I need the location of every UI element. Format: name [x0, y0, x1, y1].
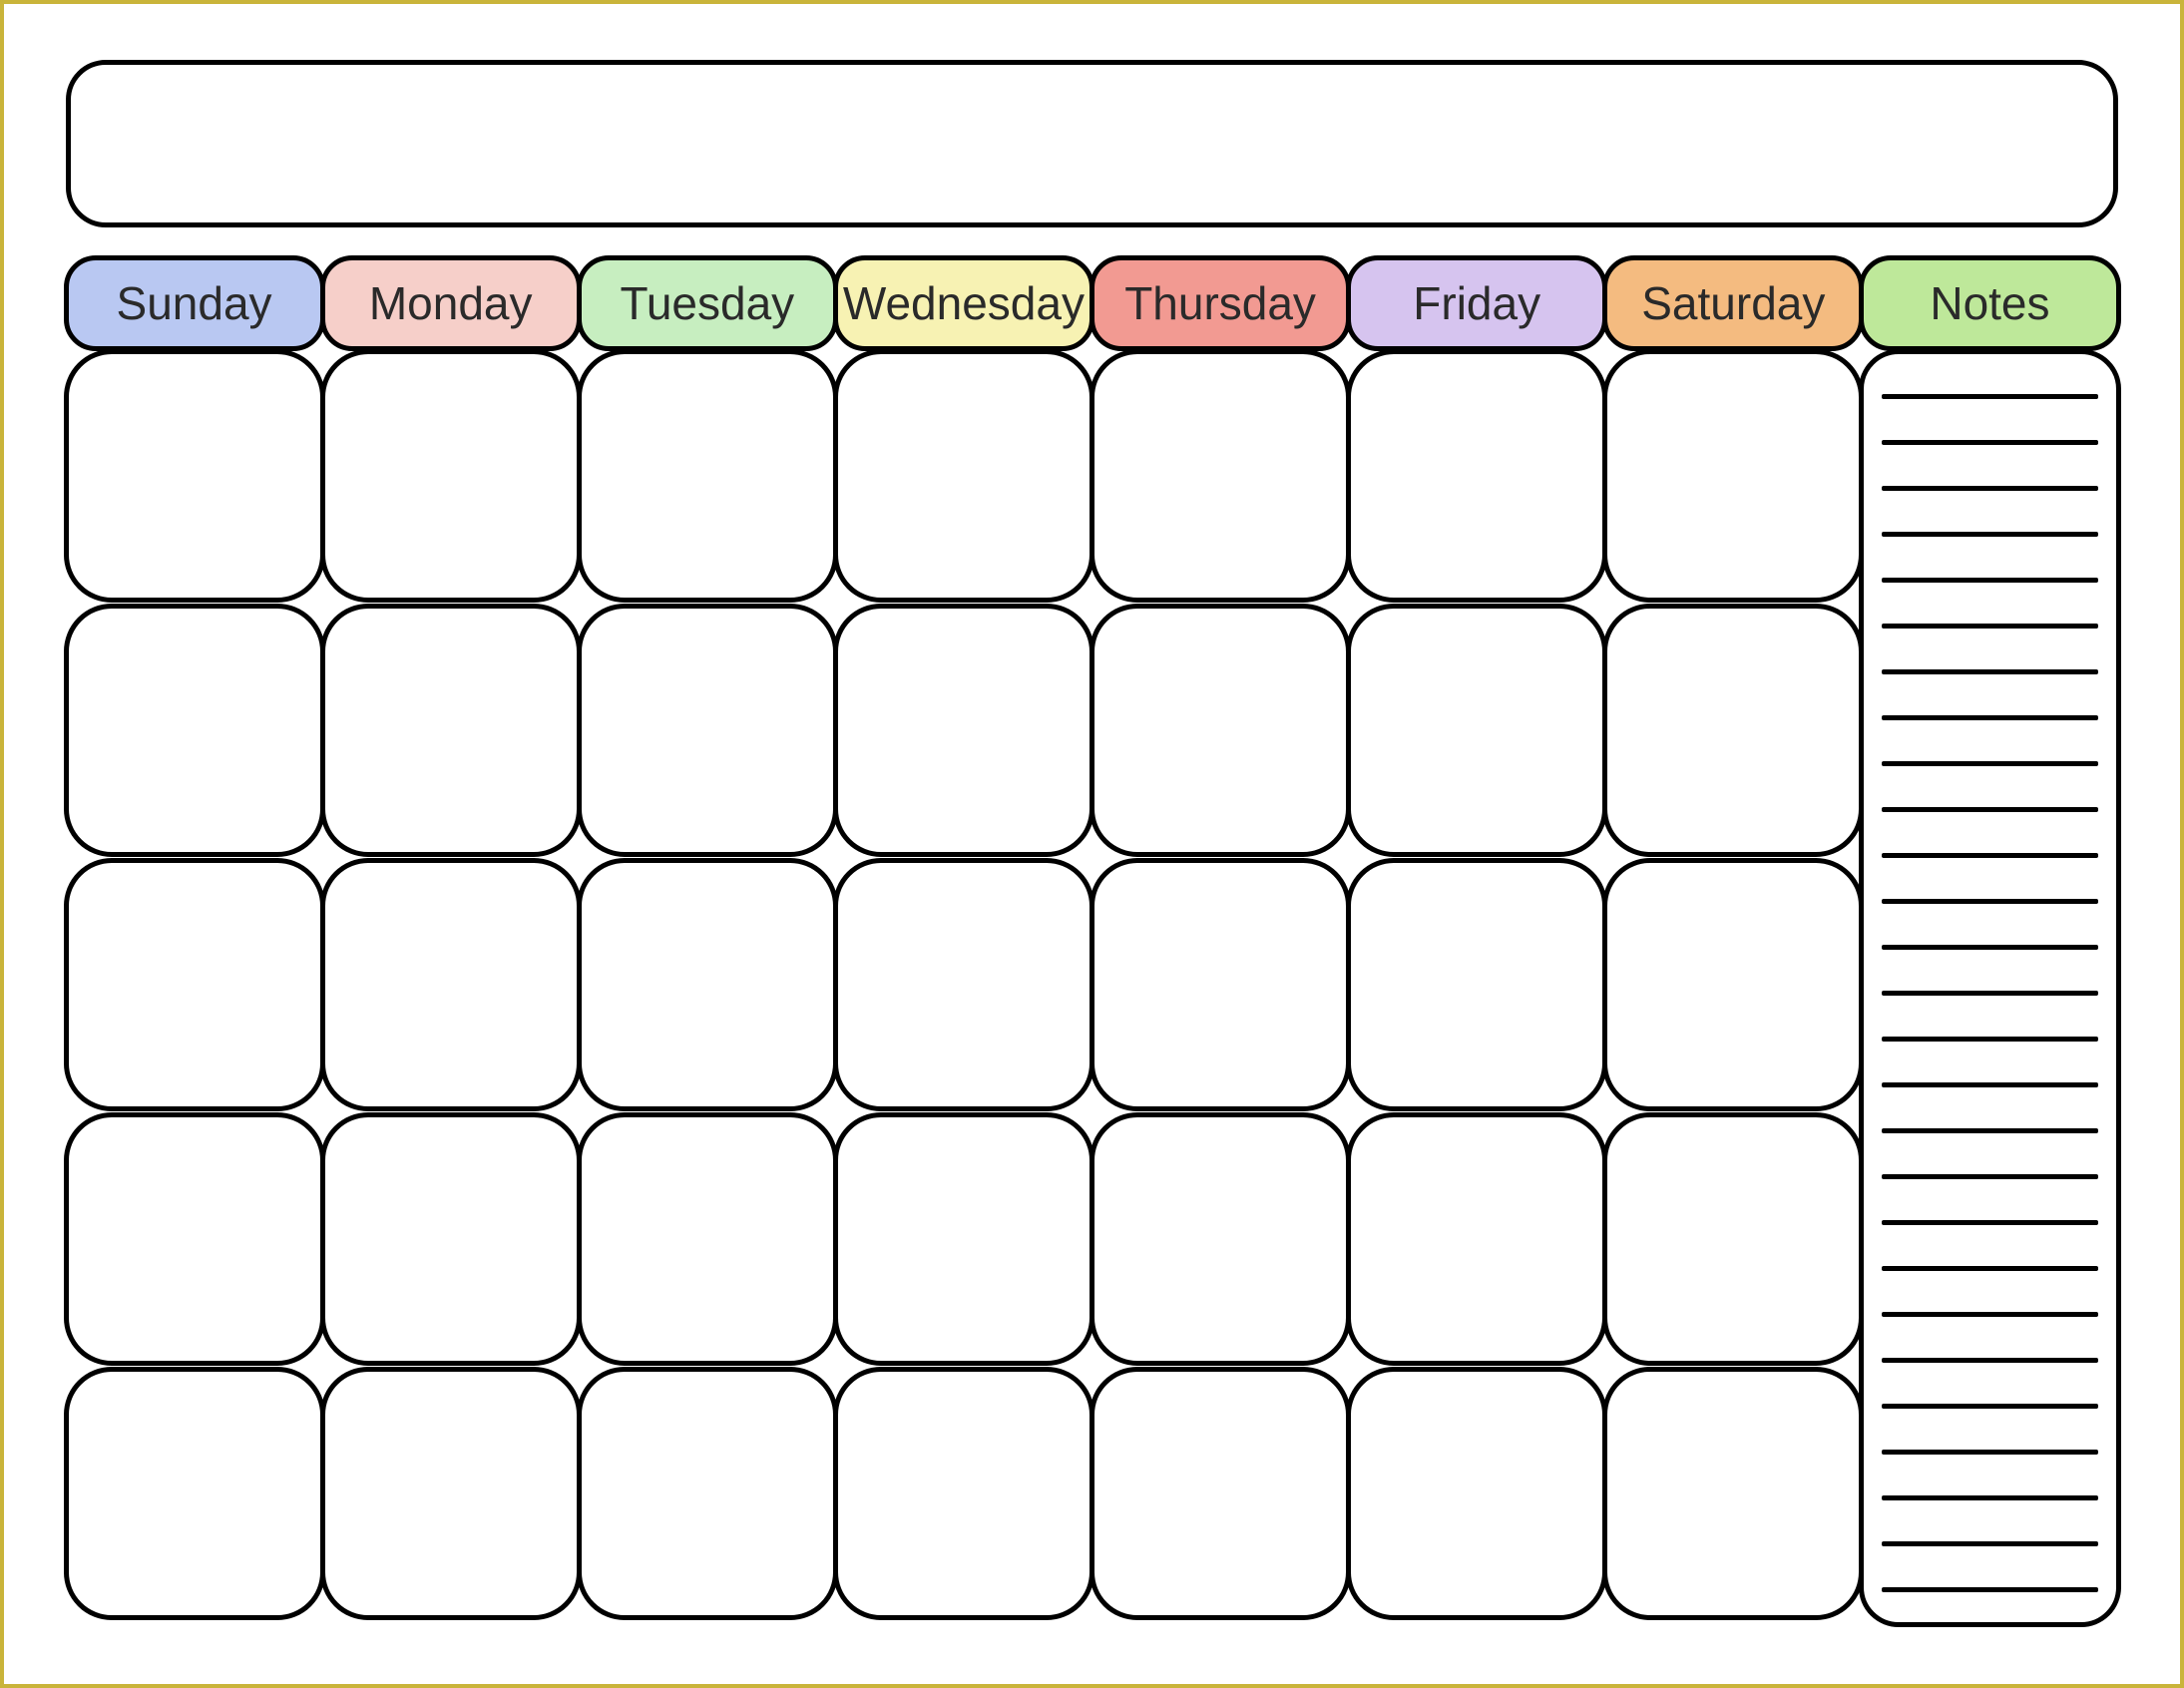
notes-area[interactable]: [1859, 349, 2120, 1627]
note-line: [1882, 578, 2097, 583]
note-line: [1882, 394, 2097, 399]
day-cell[interactable]: [1346, 604, 1607, 857]
day-cell[interactable]: [64, 1112, 325, 1366]
day-cell[interactable]: [833, 1367, 1094, 1620]
calendar-grid: Sunday Monday Tuesday Wednesday Thursday…: [66, 255, 2118, 1624]
day-cell[interactable]: [1346, 349, 1607, 603]
note-line: [1882, 1220, 2097, 1225]
day-cell[interactable]: [1602, 858, 1864, 1111]
note-line: [1882, 1174, 2097, 1179]
day-cell[interactable]: [833, 349, 1094, 603]
day-cell[interactable]: [320, 1112, 582, 1366]
day-cell[interactable]: [577, 858, 838, 1111]
header-wednesday: Wednesday: [833, 255, 1094, 351]
note-line: [1882, 761, 2097, 766]
note-line: [1882, 1082, 2097, 1087]
day-cell[interactable]: [320, 604, 582, 857]
day-cell[interactable]: [1346, 1367, 1607, 1620]
day-cell[interactable]: [64, 349, 325, 603]
header-sunday: Sunday: [64, 255, 325, 351]
day-cell[interactable]: [577, 1367, 838, 1620]
note-line: [1882, 1312, 2097, 1317]
note-line: [1882, 945, 2097, 950]
note-line: [1882, 853, 2097, 858]
note-line: [1882, 440, 2097, 445]
note-line: [1882, 1541, 2097, 1546]
day-cell[interactable]: [1346, 1112, 1607, 1366]
day-cell[interactable]: [577, 604, 838, 857]
header-thursday: Thursday: [1090, 255, 1351, 351]
day-cell[interactable]: [833, 1112, 1094, 1366]
day-cell[interactable]: [1090, 1112, 1351, 1366]
header-notes: Notes: [1859, 255, 2120, 351]
note-line: [1882, 807, 2097, 812]
day-cell[interactable]: [320, 858, 582, 1111]
note-line: [1882, 1495, 2097, 1500]
day-cell[interactable]: [1090, 349, 1351, 603]
header-monday: Monday: [320, 255, 582, 351]
header-friday: Friday: [1346, 255, 1607, 351]
day-cell[interactable]: [64, 1367, 325, 1620]
note-line: [1882, 899, 2097, 904]
day-cell[interactable]: [833, 858, 1094, 1111]
day-cell[interactable]: [577, 349, 838, 603]
note-line: [1882, 486, 2097, 491]
note-line: [1882, 1587, 2097, 1592]
note-line: [1882, 1266, 2097, 1271]
note-line: [1882, 1128, 2097, 1133]
header-saturday: Saturday: [1602, 255, 1864, 351]
calendar-page: Sunday Monday Tuesday Wednesday Thursday…: [0, 0, 2184, 1688]
day-cell[interactable]: [1602, 1112, 1864, 1366]
day-cell[interactable]: [64, 604, 325, 857]
day-cell[interactable]: [1602, 1367, 1864, 1620]
note-line: [1882, 1358, 2097, 1363]
day-cell[interactable]: [833, 604, 1094, 857]
day-cell[interactable]: [577, 1112, 838, 1366]
note-line: [1882, 669, 2097, 674]
day-cell[interactable]: [1602, 349, 1864, 603]
day-cell[interactable]: [1602, 604, 1864, 857]
note-line: [1882, 715, 2097, 720]
header-tuesday: Tuesday: [577, 255, 838, 351]
day-cell[interactable]: [1090, 1367, 1351, 1620]
day-cell[interactable]: [320, 349, 582, 603]
note-line: [1882, 1450, 2097, 1455]
note-line: [1882, 1404, 2097, 1409]
day-cell[interactable]: [1090, 604, 1351, 857]
note-line: [1882, 991, 2097, 996]
day-cell[interactable]: [1090, 858, 1351, 1111]
day-cell[interactable]: [64, 858, 325, 1111]
note-line: [1882, 532, 2097, 537]
note-line: [1882, 624, 2097, 629]
note-line: [1882, 1037, 2097, 1042]
day-cell[interactable]: [1346, 858, 1607, 1111]
title-box[interactable]: [66, 60, 2118, 227]
day-cell[interactable]: [320, 1367, 582, 1620]
